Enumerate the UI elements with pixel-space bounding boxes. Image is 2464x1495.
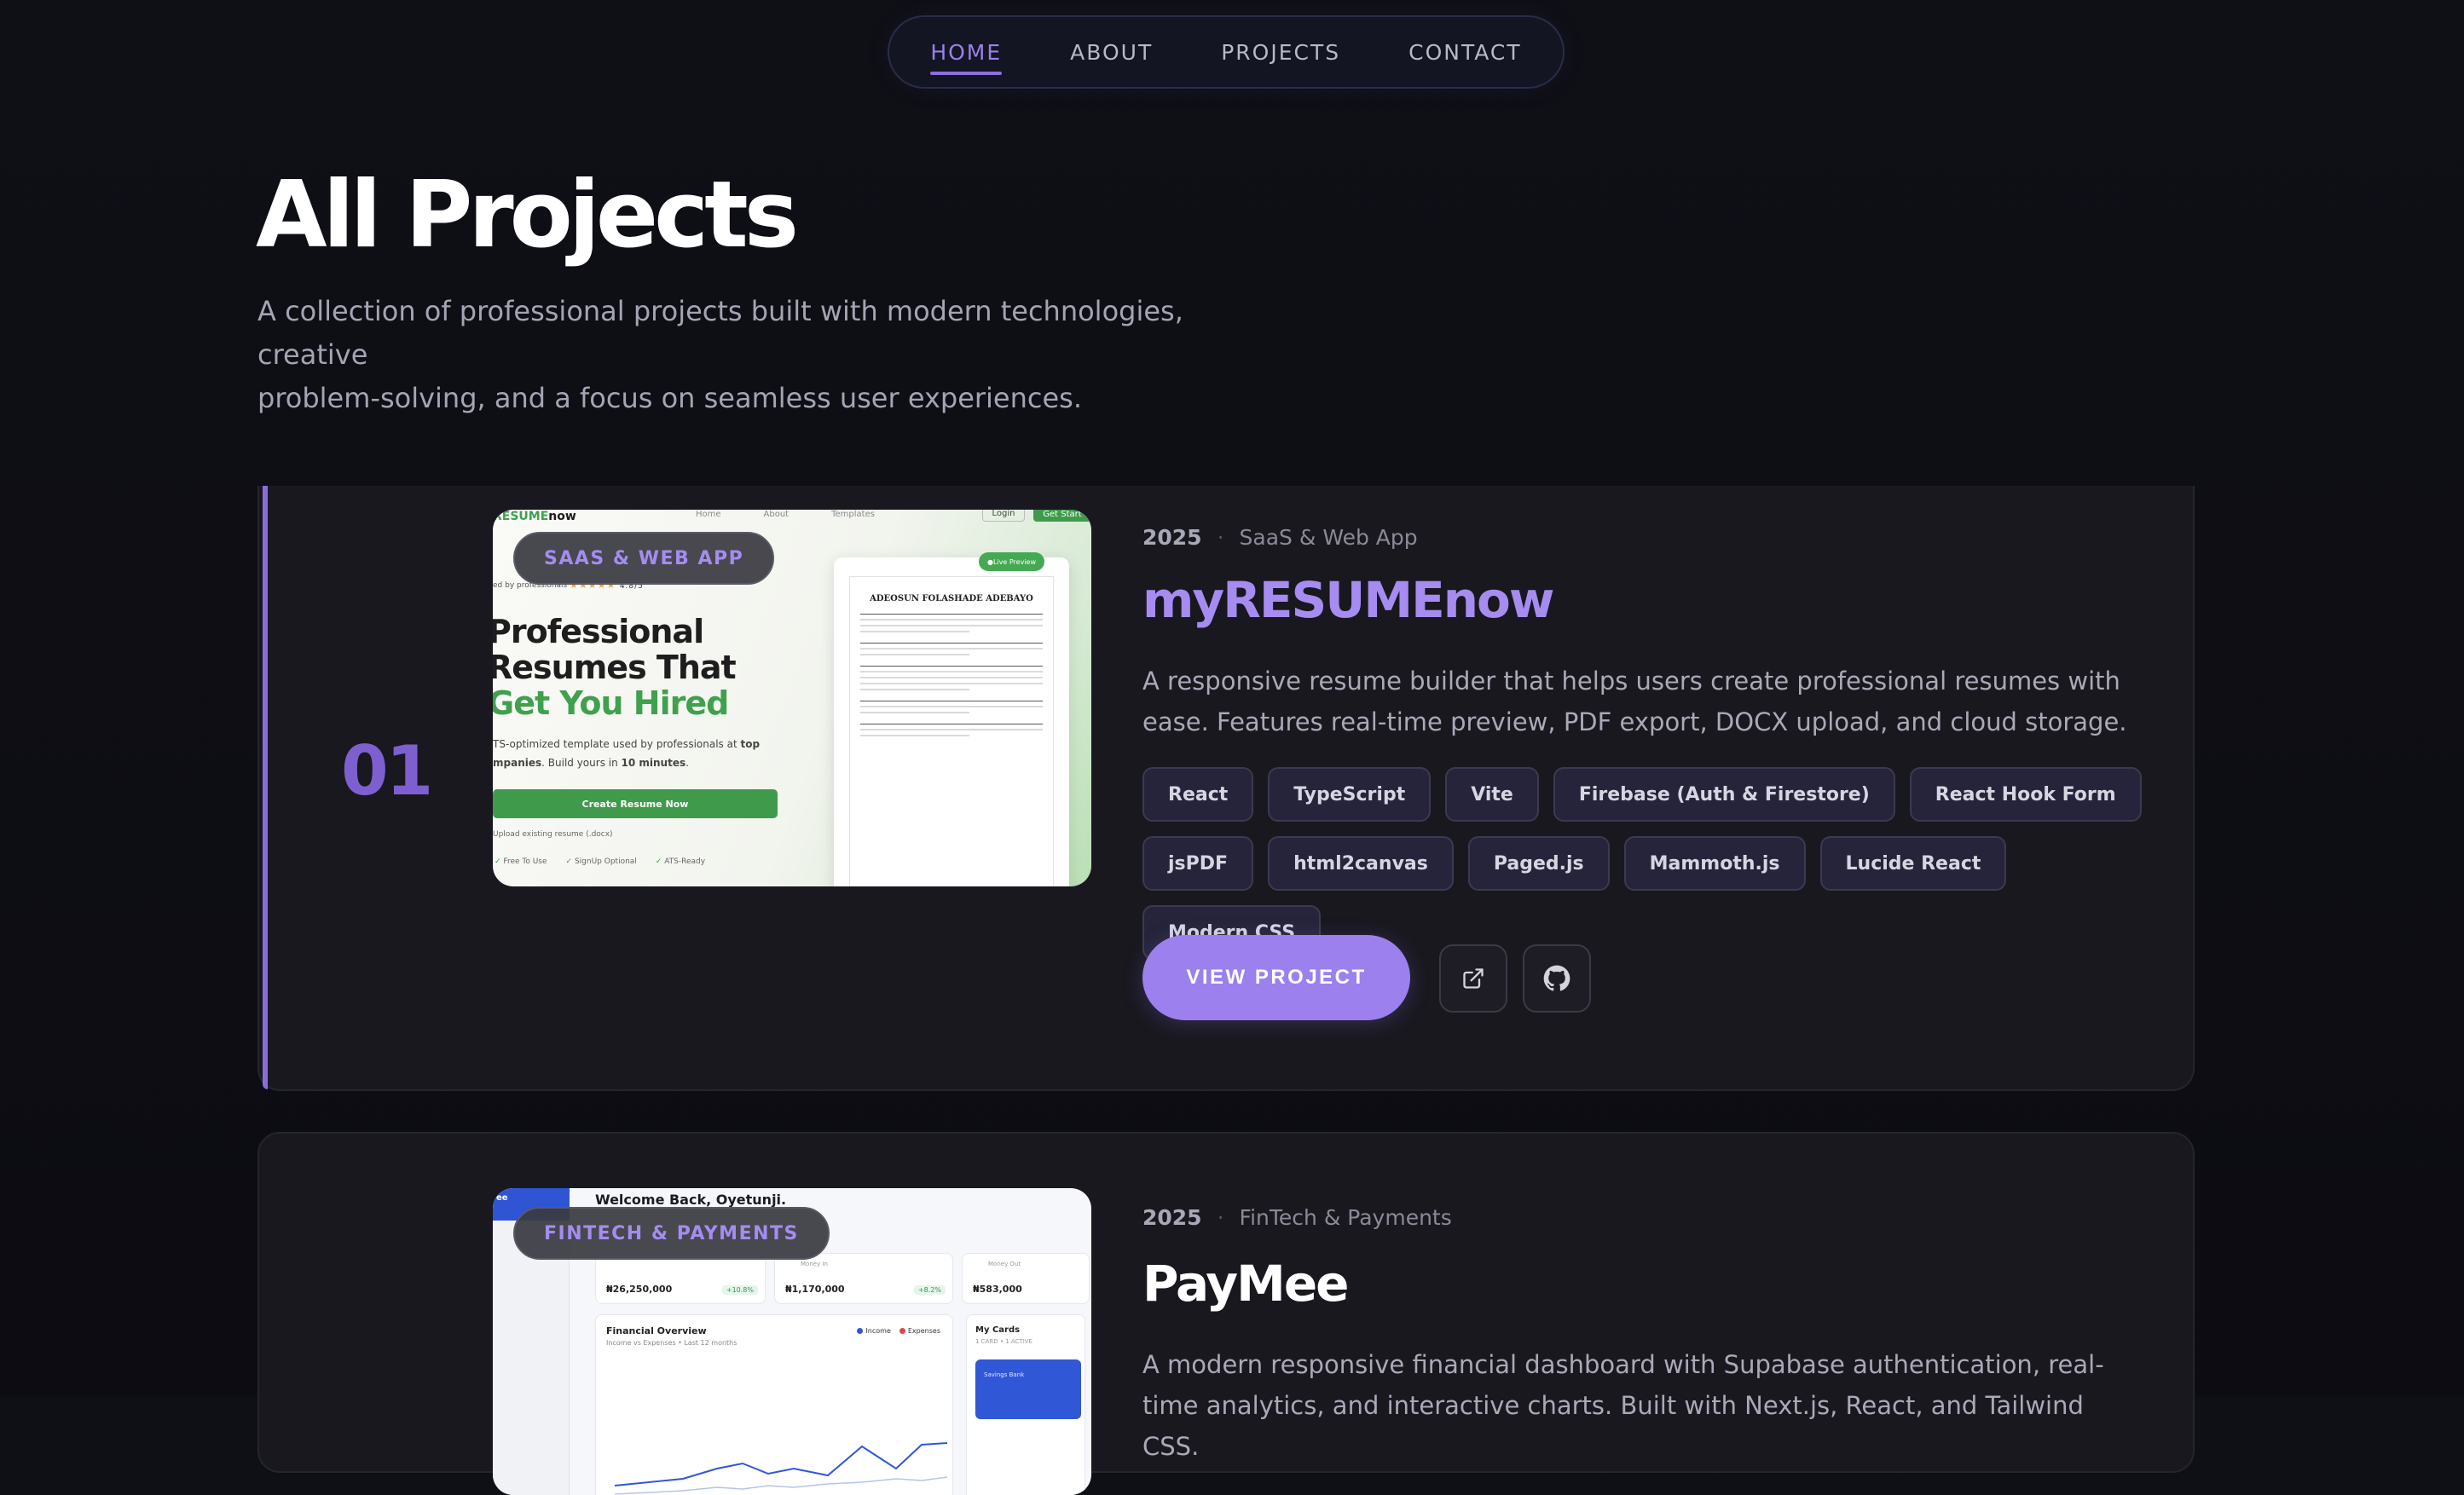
tech-tag: Paged.js [1467,836,1610,891]
page-title: All Projects [256,162,799,268]
tech-tag: Vite [1445,767,1539,822]
thumb-stat-money-in: Money In ₦1,170,000 +8.2% [774,1253,953,1304]
meta-separator: · [1217,1205,1224,1230]
thumb-feature-signup: ✓ SignUp Optional [565,857,637,866]
live-demo-button[interactable] [1439,944,1507,1013]
project-description: A responsive resume builder that helps u… [1142,667,2127,736]
tech-tags: React TypeScript Vite Firebase (Auth & F… [1142,767,2166,960]
thumb-stat-balance: ₦26,250,000 +10.8% [595,1253,766,1304]
thumb-feature-ats: ✓ ATS-Ready [655,857,706,866]
tech-tag: React Hook Form [1909,767,2142,822]
project-year: 2025 [1142,1205,1202,1230]
thumb-stat-money-out: Money Out ₦583,000 [962,1253,1090,1304]
project-title[interactable]: PayMee [1142,1255,1350,1313]
category-pill: FINTECH & PAYMENTS [513,1207,830,1260]
thumb-logo: RESUMEnow [493,510,576,523]
thumb-nav-templates: Templates [831,510,875,519]
main-nav: HOME ABOUT PROJECTS CONTACT [888,15,1565,89]
thumb-resume-name: ADEOSUN FOLASHADE ADEBAYO [870,594,1033,603]
project-category: SaaS & Web App [1239,525,1418,550]
thumb-live-preview-badge: ● Live Preview [979,552,1045,571]
thumb-hero-heading: Professional Resumes That Get You Hired [493,613,737,722]
tech-tag: TypeScript [1268,767,1432,822]
tech-tag: Mammoth.js [1623,836,1806,891]
github-repo-button[interactable] [1523,944,1591,1013]
card-accent-bar [263,486,268,1089]
tech-tag: React [1142,767,1254,822]
thumb-nav-about: About [763,510,790,519]
nav-contact[interactable]: CONTACT [1408,40,1522,65]
thumb-get-started-button: Get Start [1033,510,1091,522]
project-thumbnail[interactable]: RESUMEnow Home About Templates Login Get… [493,510,1091,886]
nav-about[interactable]: ABOUT [1070,40,1153,65]
nav-home[interactable]: HOME [930,40,1003,75]
project-year: 2025 [1142,525,1202,550]
external-link-icon [1463,968,1484,989]
thumb-financial-overview: Financial Overview Income vs Expenses • … [595,1314,953,1495]
project-description: A modern responsive financial dashboard … [1142,1350,2104,1461]
thumb-nav: Home About Templates [696,510,875,519]
tech-tag: html2canvas [1268,836,1454,891]
thumb-login-button: Login [982,510,1025,522]
thumb-nav-home: Home [696,510,721,519]
thumb-tagline: TS-optimized template used by profession… [493,738,761,769]
page-subtitle: A collection of professional projects bu… [257,290,1281,420]
tech-tag: Firebase (Auth & Firestore) [1553,767,1895,822]
view-project-button[interactable]: VIEW PROJECT [1142,935,1410,1020]
thumb-resume-preview: ● Live Preview ADEOSUN FOLASHADE ADEBAYO [834,552,1069,886]
project-title[interactable]: myRESUMEnow [1142,571,1554,629]
category-pill: SAAS & WEB APP [513,532,775,585]
thumb-create-resume-button: Create Resume Now [493,789,778,818]
project-meta: 2025 · FinTech & Payments [1142,1205,1452,1230]
thumb-upload-link: Upload existing resume (.docx) [493,830,613,839]
thumb-line-chart [614,1442,947,1495]
page-subtitle-line-2: problem-solving, and a focus on seamless… [257,382,1083,414]
thumb-my-cards: My Cards 1 CARD • 1 ACTIVE Savings Bank [966,1314,1085,1495]
nav-projects[interactable]: PROJECTS [1221,40,1340,65]
meta-separator: · [1217,525,1224,550]
thumb-welcome: Welcome Back, Oyetunji. [595,1192,787,1208]
tech-tag: Lucide React [1819,836,2007,891]
thumb-features: ✓ Free To Use ✓ SignUp Optional ✓ ATS-Re… [495,857,705,866]
project-card-myresumenow: 01 RESUMEnow Home About Templates Login … [257,486,2195,1091]
project-category: FinTech & Payments [1239,1205,1452,1230]
project-number: 01 [341,731,433,811]
thumb-feature-free: ✓ Free To Use [495,857,547,866]
project-thumbnail[interactable]: ee Welcome Back, Oyetunji. ₦26,250,000 +… [493,1188,1091,1495]
project-meta: 2025 · SaaS & Web App [1142,525,1418,550]
github-icon [1543,965,1570,991]
page-subtitle-line-1: A collection of professional projects bu… [257,295,1183,371]
tech-tag: jsPDF [1142,836,1254,891]
project-card-paymee: ee Welcome Back, Oyetunji. ₦26,250,000 +… [257,1132,2195,1495]
